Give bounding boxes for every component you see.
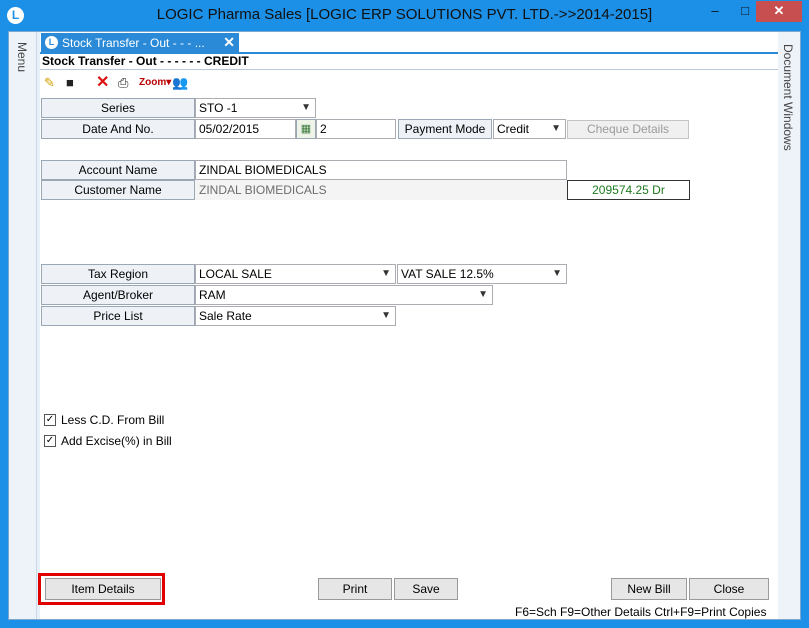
date-field[interactable]: 05/02/2015 [195, 119, 296, 139]
payment-mode-select[interactable]: Credit ▼ [493, 119, 566, 139]
price-list-select[interactable]: Sale Rate ▼ [195, 306, 396, 326]
agent-broker-select[interactable]: RAM ▼ [195, 285, 493, 305]
series-value: STO -1 [199, 101, 238, 115]
new-bill-button[interactable]: New Bill [611, 578, 687, 600]
menu-label[interactable]: Menu [15, 42, 29, 72]
tax-region-label: Tax Region [41, 264, 195, 284]
chevron-down-icon: ▼ [478, 289, 488, 300]
agent-broker-label: Agent/Broker [41, 285, 195, 305]
calendar-icon[interactable]: ▦ [296, 119, 316, 139]
print-button[interactable]: Print [318, 578, 392, 600]
print-icon[interactable]: ⎙ [118, 74, 128, 92]
toolbar: ✎ ■ ✕ ⎙ Zoom▾ 👥 [42, 74, 342, 94]
zoom-icon[interactable]: Zoom▾ [139, 74, 171, 92]
payment-mode-label: Payment Mode [398, 119, 492, 139]
cheque-details-button[interactable]: Cheque Details [567, 120, 689, 139]
less-cd-checkbox[interactable]: ✓ Less C.D. From Bill [44, 412, 204, 428]
add-excise-checkbox[interactable]: ✓ Add Excise(%) in Bill [44, 433, 204, 449]
price-list-label: Price List [41, 306, 195, 326]
save-icon[interactable]: ■ [66, 74, 74, 92]
vat-value: VAT SALE 12.5% [401, 267, 494, 281]
minimize-button[interactable]: – [700, 1, 730, 22]
highlight-box [38, 573, 165, 605]
check-icon[interactable]: ✓ [44, 414, 56, 426]
account-name-field[interactable]: ZINDAL BIOMEDICALS [195, 160, 567, 180]
less-cd-label: Less C.D. From Bill [61, 413, 165, 427]
close-button[interactable]: Close [689, 578, 769, 600]
tab-label: Stock Transfer - Out - - - ... [62, 36, 205, 50]
close-window-button[interactable]: ✕ [756, 1, 802, 22]
chevron-down-icon: ▼ [552, 268, 562, 279]
document-windows-sidebar[interactable]: Document Windows [776, 32, 800, 619]
payment-mode-value: Credit [497, 122, 530, 136]
chevron-down-icon: ▼ [551, 123, 561, 134]
chevron-down-icon: ▼ [381, 310, 391, 321]
tab-stock-transfer[interactable]: L Stock Transfer - Out - - - ... ✕ [41, 33, 239, 52]
delete-icon[interactable]: ✕ [96, 74, 109, 92]
chevron-down-icon: ▼ [381, 268, 391, 279]
bill-number-field[interactable]: 2 [316, 119, 396, 139]
new-icon[interactable]: ✎ [44, 74, 55, 92]
customer-name-label: Customer Name [41, 180, 195, 200]
menu-sidebar[interactable]: Menu [9, 32, 37, 619]
price-list-value: Sale Rate [199, 309, 252, 323]
series-label: Series [41, 98, 195, 118]
chevron-down-icon: ▼ [301, 102, 311, 113]
window-title: LOGIC Pharma Sales [LOGIC ERP SOLUTIONS … [156, 6, 653, 23]
users-icon[interactable]: 👥 [172, 74, 188, 92]
vat-select[interactable]: VAT SALE 12.5% ▼ [397, 264, 567, 284]
document-windows-label[interactable]: Document Windows [781, 44, 795, 151]
main-frame: Menu Document Windows L Stock Transfer -… [8, 31, 801, 620]
date-label: Date And No. [41, 119, 195, 139]
form-header: Stock Transfer - Out - - - - - - CREDIT [42, 54, 249, 68]
balance-display: 209574.25 Dr [567, 180, 690, 200]
account-name-label: Account Name [41, 160, 195, 180]
customer-name-field: ZINDAL BIOMEDICALS [195, 180, 567, 200]
header-divider [40, 69, 778, 70]
title-bar: L LOGIC Pharma Sales [LOGIC ERP SOLUTION… [0, 0, 809, 31]
tax-region-select[interactable]: LOCAL SALE ▼ [195, 264, 396, 284]
tab-logo-icon: L [45, 36, 58, 49]
tab-close-icon[interactable]: ✕ [223, 34, 235, 51]
add-excise-label: Add Excise(%) in Bill [61, 434, 172, 448]
check-icon[interactable]: ✓ [44, 435, 56, 447]
save-button[interactable]: Save [394, 578, 458, 600]
agent-broker-value: RAM [199, 288, 226, 302]
tax-region-value: LOCAL SALE [199, 267, 272, 281]
hotkeys-hint: F6=Sch F9=Other Details Ctrl+F9=Print Co… [515, 605, 767, 619]
series-select[interactable]: STO -1 ▼ [195, 98, 316, 118]
document-area: L Stock Transfer - Out - - - ... ✕ Stock… [38, 32, 778, 619]
